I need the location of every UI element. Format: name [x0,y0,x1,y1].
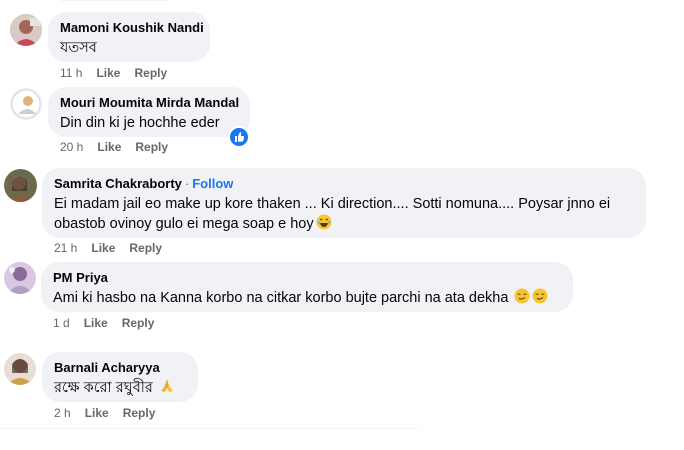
comment-meta: 11 h Like Reply [60,66,181,80]
comment-meta: 21 h Like Reply [54,241,176,255]
avatar-photo-icon [10,88,42,120]
reply-button[interactable]: Reply [135,140,168,154]
reply-button[interactable]: Reply [122,316,155,330]
comment-bubble: Mouri Moumita Mirda Mandal Din din ki je… [48,87,250,137]
comment-author[interactable]: Mouri Moumita Mirda Mandal [60,95,239,111]
comment-text: Din din ki je hochhe eder [60,115,220,131]
avatar[interactable] [4,353,36,385]
comment-text-body: রক্ষে করো রঘুবীর [54,380,153,396]
avatar[interactable] [10,14,42,46]
comment-timestamp[interactable]: 20 h [60,140,83,154]
comment-author[interactable]: Samrita Chakraborty [54,176,182,191]
avatar-photo-icon [4,353,36,385]
comment-timestamp[interactable]: 2 h [54,406,71,420]
comment-text-line-2: obastob ovinoy gulo ei mega soap e hoy [54,216,314,232]
comment-author[interactable]: Mamoni Koushik Nandi [60,20,204,36]
like-button[interactable]: Like [97,140,121,154]
comment-text: রক্ষে করো রঘুবীর [54,378,186,398]
comment-text-body: Ami ki hasbo na Kanna korbo na citkar ko… [53,290,509,306]
reply-button[interactable]: Reply [123,406,156,420]
next-comment-remnant [0,428,420,429]
smirk-emoji-icon [514,288,530,304]
reply-button[interactable]: Reply [129,241,162,255]
like-button[interactable]: Like [85,406,109,420]
smirk-emoji-icon [532,288,548,304]
comment-bubble: Barnali Acharyya রক্ষে করো রঘুবীর [42,352,198,402]
previous-comment-remnant [60,0,170,1]
like-button[interactable]: Like [96,66,120,80]
like-button[interactable]: Like [91,241,115,255]
reply-button[interactable]: Reply [134,66,167,80]
avatar-photo-icon [4,169,37,202]
comment-timestamp[interactable]: 1 d [53,316,70,330]
comment-meta: 1 d Like Reply [53,316,168,330]
comment-author-row: Samrita Chakraborty · Follow [54,176,634,192]
comment-text: Ei madam jail eo make up kore thaken ...… [54,194,634,234]
comment-timestamp[interactable]: 21 h [54,241,77,255]
follow-button[interactable]: Follow [192,176,233,191]
comment-text: যতসব [60,40,97,56]
comment-text: Ami ki hasbo na Kanna korbo na citkar ko… [53,288,561,308]
comment-text-line-1: Ei madam jail eo make up kore thaken ...… [54,196,611,212]
avatar[interactable] [10,88,42,120]
comment-bubble: PM Priya Ami ki hasbo na Kanna korbo na … [41,262,573,312]
comment-author[interactable]: Barnali Acharyya [54,360,186,376]
avatar-photo-icon [10,14,42,46]
comment-bubble: Mamoni Koushik Nandi যতসব [48,12,210,62]
avatar[interactable] [4,262,36,294]
avatar[interactable] [4,169,37,202]
avatar-photo-icon [4,262,36,294]
comment-author[interactable]: PM Priya [53,270,561,286]
separator-dot: · [184,176,190,191]
thumbs-up-icon[interactable] [228,126,250,148]
comment-meta: 2 h Like Reply [54,406,169,420]
praying-hands-emoji-icon [160,380,173,392]
comment-timestamp[interactable]: 11 h [60,66,82,80]
comment-bubble: Samrita Chakraborty · Follow Ei madam jail… [42,168,646,238]
laughing-emoji-icon [316,214,332,230]
comment-meta: 20 h Like Reply [60,140,182,154]
like-button[interactable]: Like [84,316,108,330]
